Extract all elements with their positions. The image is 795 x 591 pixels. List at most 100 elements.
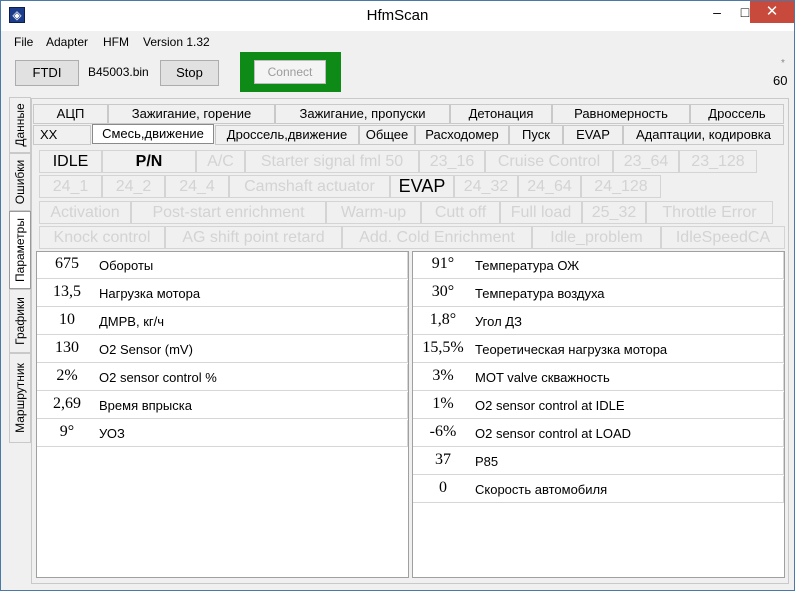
left-parameter-panel: 675 Обороты 13,5 Нагрузка мотора 10 ДМРВ… — [36, 251, 409, 578]
param-row-p85: 37 P85 — [413, 448, 784, 475]
side-tab-label: Данные — [13, 103, 27, 147]
counter-marker: * — [781, 58, 785, 69]
flag-knock-control: Knock control — [39, 226, 165, 249]
tab-idle[interactable]: ХХ — [33, 125, 91, 145]
flag-cruise-control: Cruise Control — [485, 150, 613, 173]
side-tab-route[interactable]: Маршрутник — [9, 353, 31, 443]
param-label: Теоретическая нагрузка мотора — [475, 342, 668, 357]
param-label: P85 — [475, 454, 499, 469]
tab-start[interactable]: Пуск — [509, 125, 563, 145]
param-value: 15,5% — [422, 339, 464, 356]
tab-evap[interactable]: EVAP — [563, 125, 623, 145]
param-value: 675 — [55, 255, 79, 272]
tab-mixture-driving[interactable]: Смесь,движение — [92, 124, 214, 144]
param-row-theoretical-load: 15,5% Теоретическая нагрузка мотора — [413, 336, 784, 363]
flag-24-4: 24_4 — [165, 175, 229, 198]
param-row-rpm: 675 Обороты — [37, 252, 408, 279]
side-tab-strip: Данные Ошибки Параметры Графики Маршрутн… — [9, 97, 31, 447]
flag-24-32: 24_32 — [454, 175, 518, 198]
tab-ignition-misfires[interactable]: Зажигание, пропуски — [275, 104, 450, 124]
side-tab-graphs[interactable]: Графики — [9, 289, 31, 353]
param-value: 13,5 — [53, 283, 81, 300]
param-row-vehicle-speed: 0 Скорость автомобиля — [413, 476, 784, 503]
param-value: 91° — [431, 255, 455, 272]
flag-ag-shift-point-retard: AG shift point retard — [165, 226, 342, 249]
param-value: 10 — [59, 311, 75, 328]
menu-bar: File Adapter HFM Version 1.32 — [1, 31, 794, 53]
flag-activation: Activation — [39, 201, 131, 224]
tab-throttle-driving[interactable]: Дроссель,движение — [215, 125, 359, 145]
side-tab-errors[interactable]: Ошибки — [9, 153, 31, 211]
side-tab-data[interactable]: Данные — [9, 97, 31, 153]
flag-evap: EVAP — [390, 175, 454, 198]
menu-file[interactable]: File — [14, 35, 33, 49]
param-label: Скорость автомобиля — [475, 482, 608, 497]
param-row-maf: 10 ДМРВ, кг/ч — [37, 308, 408, 335]
param-label: O2 Sensor (mV) — [99, 342, 193, 357]
param-value: 37 — [435, 451, 451, 468]
param-value: 30° — [431, 283, 455, 300]
tab-smoothness[interactable]: Равномерность — [552, 104, 690, 124]
tab-throttle[interactable]: Дроссель — [690, 104, 784, 124]
param-value: -6% — [429, 423, 457, 440]
tab-adc[interactable]: АЦП — [33, 104, 108, 124]
param-label: Угол ДЗ — [475, 314, 522, 329]
title-bar: ◈ HfmScan – □ ✕ — [1, 1, 794, 31]
side-tab-label: Маршрутник — [13, 363, 27, 433]
param-label: ДМРВ, кг/ч — [99, 314, 165, 329]
flag-starter-signal: Starter signal fml 50 — [245, 150, 419, 173]
flag-warm-up: Warm-up — [326, 201, 421, 224]
flag-23-64: 23_64 — [613, 150, 679, 173]
param-value: 130 — [55, 339, 79, 356]
tab-knock[interactable]: Детонация — [450, 104, 552, 124]
param-value: 9° — [59, 423, 75, 440]
menu-adapter[interactable]: Adapter — [46, 35, 88, 49]
tab-general[interactable]: Общее — [359, 125, 415, 145]
param-value: 2% — [56, 367, 78, 384]
side-tab-parameters[interactable]: Параметры — [9, 211, 31, 289]
sample-counter: 60 — [773, 73, 788, 88]
flag-pn: P/N — [102, 150, 196, 173]
flag-throttle-error: Throttle Error — [646, 201, 773, 224]
ftdi-button[interactable]: FTDI — [15, 60, 79, 86]
param-row-ignition-timing: 9° УОЗ — [37, 420, 408, 447]
window-title: HfmScan — [366, 7, 429, 24]
param-value: 3% — [432, 367, 454, 384]
param-row-mot-valve: 3% MOT valve скважность — [413, 364, 784, 391]
param-label: Температура воздуха — [475, 286, 605, 301]
menu-version[interactable]: Version 1.32 — [143, 35, 210, 49]
param-value: 0 — [439, 479, 447, 496]
param-row-o2-control-load: -6% O2 sensor control at LOAD — [413, 420, 784, 447]
tab-flowmeter[interactable]: Расходомер — [415, 125, 509, 145]
menu-hfm[interactable]: HFM — [103, 35, 129, 49]
connect-button[interactable]: Connect — [254, 60, 326, 84]
param-value: 1% — [432, 395, 454, 412]
param-row-o2-sensor: 130 O2 Sensor (mV) — [37, 336, 408, 363]
flag-24-64: 24_64 — [518, 175, 581, 198]
param-label: Время впрыска — [99, 398, 192, 413]
toolbar: FTDI B45003.bin Stop — [1, 53, 794, 97]
flag-post-start-enrichment: Post-start enrichment — [131, 201, 326, 224]
param-row-intake-air-temp: 30° Температура воздуха — [413, 280, 784, 307]
param-row-o2-control: 2% O2 sensor control % — [37, 364, 408, 391]
flag-full-load: Full load — [500, 201, 582, 224]
param-label: O2 sensor control % — [99, 370, 217, 385]
side-tab-label: Графики — [13, 297, 27, 345]
flag-ac: A/C — [196, 150, 245, 173]
flag-idle-problem: Idle_problem — [532, 226, 661, 249]
minimize-icon[interactable]: – — [703, 1, 731, 23]
param-row-injection-time: 2,69 Время впрыска — [37, 392, 408, 419]
flag-24-128: 24_128 — [581, 175, 661, 198]
param-value: 1,8° — [429, 311, 457, 328]
param-label: Обороты — [99, 258, 154, 273]
firmware-file-name: B45003.bin — [88, 65, 149, 79]
flag-24-2: 24_2 — [102, 175, 165, 198]
tab-adaptations[interactable]: Адаптации, кодировка — [623, 125, 784, 145]
close-icon[interactable]: ✕ — [750, 1, 794, 23]
tab-ignition-combustion[interactable]: Зажигание, горение — [108, 104, 275, 124]
param-row-engine-load: 13,5 Нагрузка мотора — [37, 280, 408, 307]
flag-cutt-off: Cutt off — [421, 201, 500, 224]
stop-button[interactable]: Stop — [160, 60, 219, 86]
param-row-throttle-angle: 1,8° Угол ДЗ — [413, 308, 784, 335]
flag-25-32: 25_32 — [582, 201, 646, 224]
